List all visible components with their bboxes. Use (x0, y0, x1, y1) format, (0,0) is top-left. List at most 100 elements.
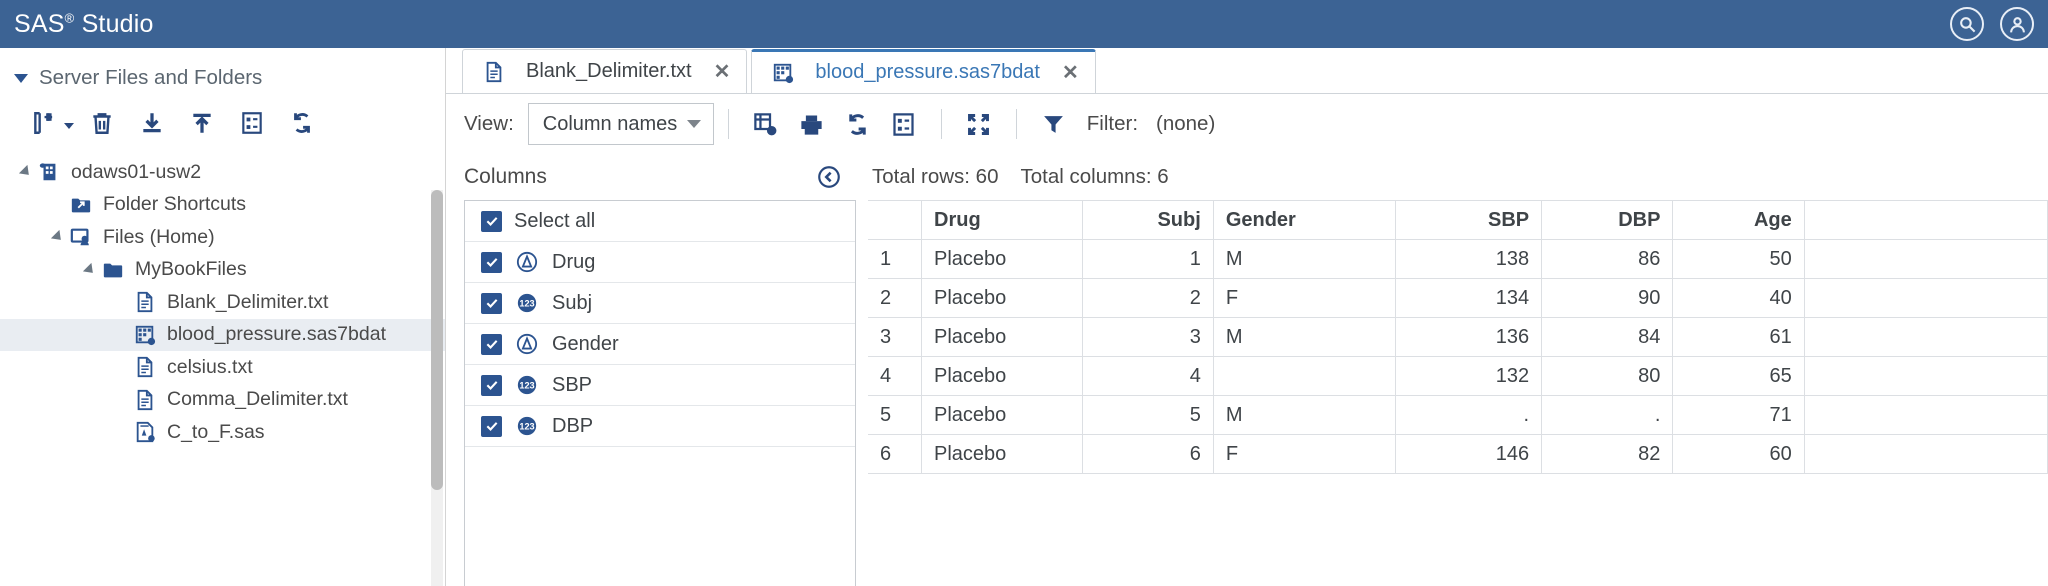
column-header[interactable]: Drug (921, 200, 1083, 240)
data-cell: Placebo (921, 278, 1083, 318)
row-number-cell: 6 (868, 434, 922, 474)
tab-active[interactable]: blood_pressure.sas7bdat ✕ (751, 49, 1096, 93)
data-grid-pane: Total rows: 60 Total columns: 6 Drug Subj… (856, 154, 2048, 586)
tree-twisty-icon[interactable] (82, 262, 98, 277)
column-label: Select all (514, 209, 596, 232)
checkbox-checked-icon[interactable] (481, 251, 502, 273)
collapse-left-icon[interactable] (816, 164, 842, 190)
folder-icon (100, 258, 126, 282)
delete-icon[interactable] (80, 104, 124, 142)
column-row[interactable]: 123 DBP (465, 406, 855, 447)
column-label: Gender (552, 332, 619, 355)
chevron-down-icon (686, 120, 701, 128)
column-header[interactable]: Gender (1212, 200, 1397, 240)
tree-node-label: Files (Home) (103, 225, 215, 248)
new-icon[interactable] (22, 104, 66, 142)
tree-node[interactable]: C_to_F.sas (0, 416, 445, 449)
data-cell: 86 (1541, 239, 1674, 279)
checkbox-checked-icon[interactable] (481, 292, 502, 314)
column-header[interactable] (1803, 200, 2048, 240)
table-export-icon[interactable] (743, 103, 789, 145)
column-header[interactable]: Age (1672, 200, 1805, 240)
data-cell: 2 (1081, 278, 1214, 318)
refresh-icon[interactable] (280, 104, 324, 142)
empty-cell (1803, 395, 2048, 435)
tree-node[interactable]: Comma_Delimiter.txt (0, 384, 445, 417)
data-cell: 90 (1541, 278, 1674, 318)
data-cell: Placebo (921, 356, 1083, 396)
data-cell: 3 (1081, 317, 1214, 357)
refresh-icon[interactable] (835, 103, 881, 145)
column-row[interactable]: Drug (465, 242, 855, 283)
tree-twisty-icon[interactable] (50, 230, 66, 245)
sidebar-scrollbar[interactable] (431, 190, 443, 586)
sas-file-icon (132, 420, 158, 444)
data-cell: 50 (1672, 239, 1805, 279)
column-header[interactable] (868, 200, 922, 240)
row-number-cell: 4 (868, 356, 922, 396)
filter-icon[interactable] (1031, 103, 1077, 145)
maximize-icon[interactable] (956, 103, 1002, 145)
toolbar-divider (727, 109, 729, 139)
checkbox-checked-icon[interactable] (481, 415, 502, 437)
chevron-down-icon[interactable] (14, 73, 28, 83)
tab-label: blood_pressure.sas7bdat (815, 61, 1040, 83)
download-icon[interactable] (130, 104, 174, 142)
properties-icon[interactable] (230, 104, 274, 142)
empty-cell (1803, 239, 2048, 279)
tree-twisty-icon[interactable] (18, 165, 34, 180)
table-row[interactable]: 6 Placebo 6 F 146 82 60 (868, 434, 2048, 474)
chevron-down-icon[interactable] (64, 123, 74, 129)
data-cell: Placebo (921, 239, 1083, 279)
total-columns: Total columns: 6 (1020, 165, 1169, 188)
table-row[interactable]: 1 Placebo 1 M 138 86 50 (868, 239, 2048, 279)
tab-inactive[interactable]: Blank_Delimiter.txt ✕ (462, 49, 748, 93)
view-select[interactable]: Column names (527, 103, 714, 145)
checkbox-checked-icon[interactable] (481, 333, 502, 355)
column-row[interactable]: Gender (465, 324, 855, 365)
app-title-rest: Studio (81, 9, 154, 38)
search-icon[interactable] (1950, 7, 1984, 41)
tree-node[interactable]: celsius.txt (0, 351, 445, 384)
sidebar-header[interactable]: Server Files and Folders (0, 48, 445, 98)
close-icon[interactable]: ✕ (1062, 60, 1079, 85)
sidebar-scrollbar-thumb[interactable] (431, 190, 443, 490)
tree-node[interactable]: MyBookFiles (0, 254, 445, 287)
close-icon[interactable]: ✕ (714, 59, 731, 84)
tree-node[interactable]: Files (Home) (0, 221, 445, 254)
upload-icon[interactable] (180, 104, 224, 142)
tree-node[interactable]: odaws01-usw2 (0, 156, 445, 189)
tree-node[interactable]: Folder Shortcuts (0, 189, 445, 222)
home-icon (68, 225, 94, 249)
data-cell: . (1541, 395, 1674, 435)
checkbox-checked-icon[interactable] (481, 210, 502, 232)
print-icon[interactable] (789, 103, 835, 145)
column-row[interactable]: 123 Subj (465, 283, 855, 324)
table-row[interactable]: 4 Placebo 4 132 80 65 (868, 356, 2048, 396)
data-cell: 82 (1541, 434, 1674, 474)
column-header[interactable]: Subj (1081, 200, 1214, 240)
column-header[interactable]: DBP (1541, 200, 1674, 240)
data-cell: Placebo (921, 395, 1083, 435)
user-account-icon[interactable] (2000, 7, 2034, 41)
column-row[interactable]: 123 SBP (465, 365, 855, 406)
tree-node[interactable]: blood_pressure.sas7bdat (0, 318, 445, 351)
data-cell: 138 (1395, 239, 1543, 279)
select-all-row[interactable]: Select all (465, 201, 855, 242)
sidebar: Server Files and Folders odaws01-usw2 Fo… (0, 48, 446, 586)
table-row[interactable]: 3 Placebo 3 M 136 84 61 (868, 317, 2048, 357)
data-cell: 65 (1672, 356, 1805, 396)
table-row[interactable]: 2 Placebo 2 F 134 90 40 (868, 278, 2048, 318)
properties-icon[interactable] (881, 103, 927, 145)
tree-node[interactable]: Blank_Delimiter.txt (0, 286, 445, 319)
table-row[interactable]: 5 Placebo 5 M.. 71 (868, 395, 2048, 435)
tree-node-label: MyBookFiles (135, 258, 247, 281)
checkbox-checked-icon[interactable] (481, 374, 502, 396)
data-panes: Columns Select all Drug 123 Subj Gender 1… (446, 154, 2048, 586)
column-label: SBP (552, 373, 593, 396)
shortcut-icon (68, 193, 94, 217)
empty-cell (1803, 356, 2048, 396)
column-header[interactable]: SBP (1395, 200, 1543, 240)
columns-title: Columns (464, 165, 547, 188)
toolbar-divider (1015, 109, 1017, 139)
